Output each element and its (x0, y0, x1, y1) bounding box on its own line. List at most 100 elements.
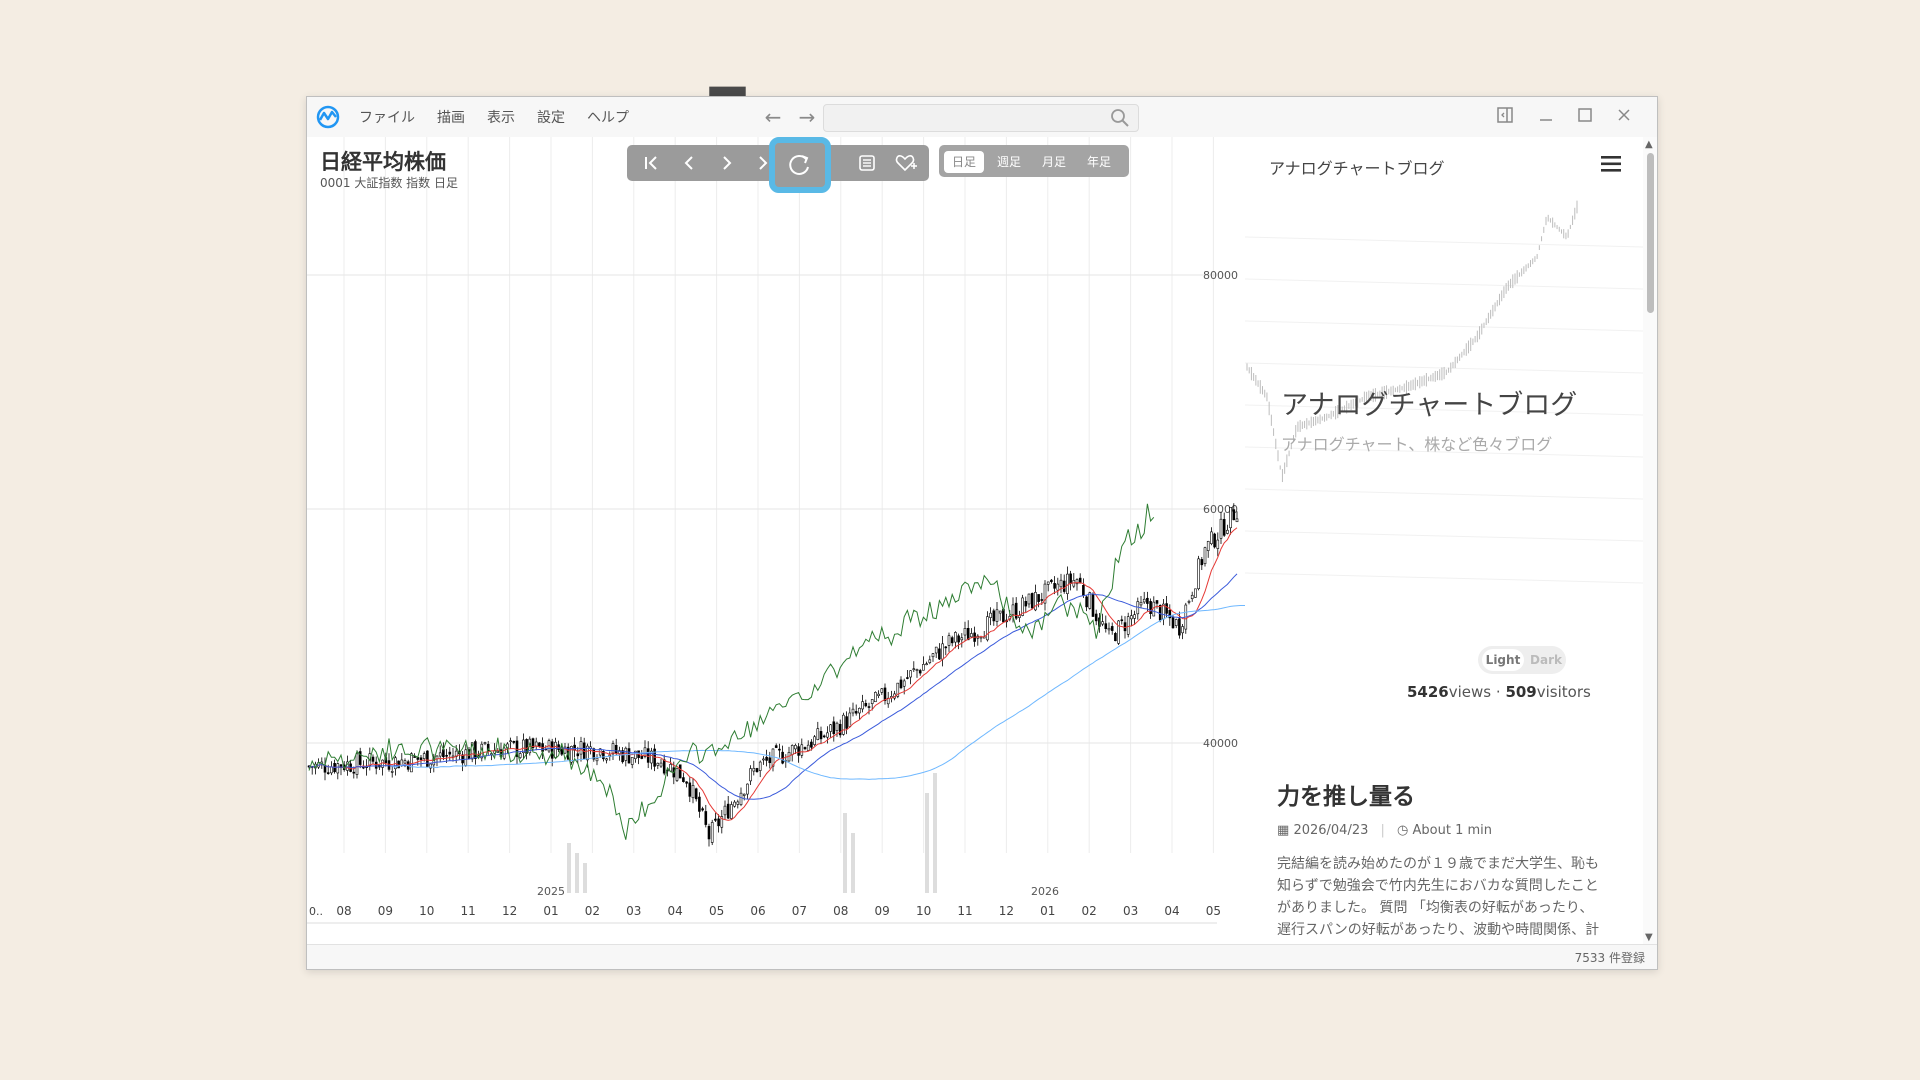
candle-body (838, 723, 842, 736)
candle-body (1059, 579, 1063, 588)
candlestick-chart[interactable]: 08 09 10 11 12 01 02 03 04 05 06 07 08 09 10 11 12 01 02 03… (307, 137, 1245, 945)
scroll-down-icon[interactable]: ▼ (1645, 932, 1653, 943)
menu-settings[interactable]: 設定 (537, 107, 565, 127)
theme-toggle[interactable]: Light Dark (1478, 646, 1566, 674)
blog-site-name[interactable]: アナログチャートブログ (1269, 155, 1445, 179)
candle-body (1056, 583, 1060, 591)
candle-body (915, 669, 919, 671)
sidebar-toggle-icon[interactable] (1493, 105, 1517, 129)
post-read-time: About 1 min (1412, 823, 1493, 838)
period-yearly-button[interactable]: 年足 (1079, 151, 1119, 173)
month-tick-label: 12 (502, 904, 517, 918)
candle-body (723, 805, 727, 816)
candle-body (1114, 633, 1117, 642)
candle-body (1050, 579, 1053, 582)
post-title[interactable]: 力を推し量る (1277, 777, 1415, 811)
candle-body (1126, 616, 1130, 635)
calendar-icon: ▦ (1277, 823, 1290, 838)
candle-body (1053, 583, 1056, 589)
forward-arrow-icon[interactable]: → (795, 105, 819, 129)
candle-body (1088, 592, 1092, 609)
candle-body (1030, 593, 1034, 609)
candle-body (1219, 518, 1223, 539)
app-window: ファイル 描画 表示 設定 ヘルプ ← → 08 09 10 11 12 01 02 03 04… (306, 96, 1658, 970)
candle-body (861, 701, 864, 710)
candle-body (326, 772, 330, 774)
refresh-icon[interactable] (775, 143, 825, 187)
menu-draw[interactable]: 描画 (437, 107, 465, 127)
scrollbar-thumb[interactable] (1647, 153, 1654, 313)
candle-body (739, 792, 743, 805)
candle-body (806, 744, 810, 751)
candle-body (922, 664, 925, 671)
menu-view[interactable]: 表示 (487, 107, 515, 127)
hamburger-menu-icon[interactable] (1601, 155, 1621, 173)
candle-body (1011, 604, 1015, 615)
search-input[interactable] (823, 104, 1139, 132)
candle-body (707, 826, 711, 840)
candle-body (1002, 608, 1005, 623)
favorite-add-icon[interactable] (891, 149, 919, 177)
candle-body (662, 759, 666, 774)
refresh-button-highlight[interactable] (769, 137, 831, 193)
theme-light-option[interactable]: Light (1482, 649, 1524, 671)
candle-body (912, 668, 916, 671)
candle-body (1149, 601, 1152, 615)
close-icon[interactable] (1612, 105, 1636, 129)
candle-body (813, 736, 816, 745)
candle-body (778, 748, 781, 751)
theme-dark-option[interactable]: Dark (1528, 649, 1564, 671)
candle-body (1037, 594, 1040, 602)
candle-body (752, 767, 756, 772)
candle-body (832, 721, 836, 734)
candle-body (928, 659, 932, 663)
candle-body (925, 663, 928, 666)
month-tick-label: 01 (1040, 904, 1055, 918)
candle-body (864, 703, 868, 707)
candle-body (826, 732, 829, 738)
candle-body (710, 822, 714, 843)
candle-body (1222, 519, 1226, 536)
candle-body (419, 757, 423, 760)
year-label: 2026 (1031, 885, 1059, 898)
candle-body (877, 693, 880, 696)
blog-scrollbar[interactable]: ▲ ▼ (1643, 137, 1657, 945)
candle-body (330, 766, 333, 774)
next-icon[interactable] (713, 149, 741, 177)
candle-body (691, 785, 695, 799)
candle-body (1158, 605, 1162, 621)
minimize-icon[interactable] (1534, 105, 1558, 129)
candle-body (1107, 627, 1111, 631)
list-icon[interactable] (853, 149, 881, 177)
period-monthly-button[interactable]: 月足 (1034, 151, 1074, 173)
back-arrow-icon[interactable]: ← (761, 105, 785, 129)
scroll-up-icon[interactable]: ▲ (1645, 139, 1653, 150)
candle-body (1171, 616, 1175, 629)
maximize-icon[interactable] (1573, 105, 1597, 129)
month-tick-label: 08 (833, 904, 848, 918)
menu-file[interactable]: ファイル (359, 107, 415, 127)
candle-body (422, 753, 426, 759)
first-icon[interactable] (637, 149, 665, 177)
candle-body (909, 670, 912, 678)
visitors-count: 509 (1505, 683, 1537, 701)
search-icon[interactable] (1110, 108, 1130, 128)
month-tick-label: 07 (792, 904, 807, 918)
candle-body (1046, 581, 1050, 585)
hero-grid-line (1245, 236, 1643, 248)
blog-panel[interactable]: アナログチャートブログ アナログチャートブログ アナログチャート、株など色々ブロ… (1245, 137, 1643, 945)
candle-body (1216, 539, 1220, 549)
month-tick-label: 04 (668, 904, 683, 918)
y-tick-label: 80000 (1203, 269, 1238, 282)
volume-bar (843, 813, 847, 893)
period-weekly-button[interactable]: 週足 (989, 151, 1029, 173)
prev-icon[interactable] (675, 149, 703, 177)
stock-chart-panel[interactable]: 08 09 10 11 12 01 02 03 04 05 06 07 08 09 10 11 12 01 02 03… (307, 137, 1245, 969)
candle-body (627, 748, 631, 764)
menu-help[interactable]: ヘルプ (587, 107, 629, 127)
candle-body (1024, 601, 1028, 607)
period-daily-button[interactable]: 日足 (944, 151, 984, 173)
volume-bar (567, 843, 571, 893)
candle-body (509, 740, 512, 743)
candle-body (992, 610, 996, 622)
